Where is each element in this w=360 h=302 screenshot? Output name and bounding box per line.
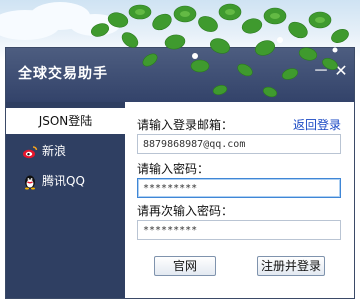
- login-method-sidebar: JSON登陆 新浪 腾讯QQ: [6, 102, 126, 298]
- confirm-password-field[interactable]: [137, 220, 341, 240]
- sidebar-item-qq[interactable]: 腾讯QQ: [6, 168, 126, 194]
- sidebar-item-label: 腾讯QQ: [42, 174, 85, 188]
- title-bar: 全球交易助手 － ✕: [6, 48, 354, 102]
- sidebar-item-sina[interactable]: 新浪: [6, 138, 126, 164]
- cloud: [70, 14, 120, 36]
- app-window: 全球交易助手 － ✕ JSON登陆 新浪 腾讯QQ 请输入登录邮箱： 返回登录 …: [5, 47, 355, 299]
- window-title: 全球交易助手: [18, 66, 108, 82]
- confirm-password-label: 请再次输入密码：: [137, 204, 234, 218]
- qq-penguin-icon: [22, 173, 38, 190]
- email-field[interactable]: [137, 134, 341, 154]
- register-login-button[interactable]: 注册并登录: [257, 256, 325, 276]
- email-label: 请输入登录邮箱：: [137, 118, 234, 132]
- sidebar-item-label: 新浪: [42, 144, 67, 158]
- back-to-login-link[interactable]: 返回登录: [293, 116, 341, 133]
- sidebar-item-label: JSON登陆: [38, 114, 93, 128]
- minimize-button[interactable]: －: [312, 62, 330, 80]
- close-button[interactable]: ✕: [332, 62, 350, 80]
- sidebar-item-json-login[interactable]: JSON登陆: [6, 108, 125, 134]
- password-field[interactable]: [137, 178, 341, 198]
- website-button[interactable]: 官网: [154, 256, 216, 276]
- weibo-icon: [22, 143, 38, 159]
- password-label: 请输入密码：: [137, 162, 210, 176]
